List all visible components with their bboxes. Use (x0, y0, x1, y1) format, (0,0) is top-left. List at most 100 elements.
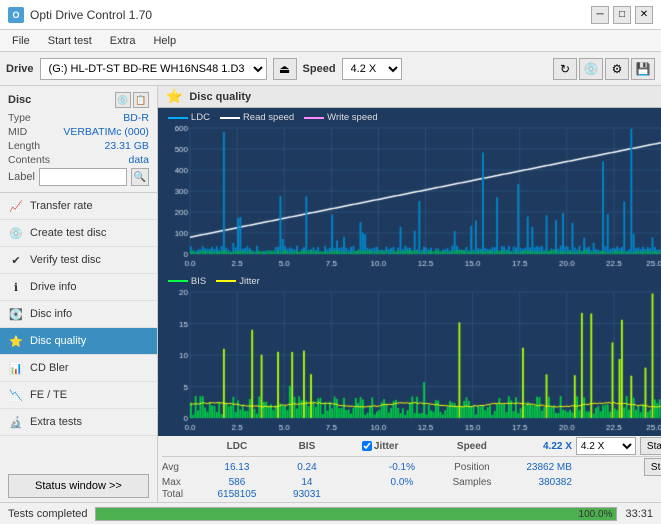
progress-bar: 100.0% (95, 507, 617, 521)
minimize-button[interactable]: ─ (591, 6, 609, 24)
extra-tests-icon: 🔬 (8, 414, 24, 430)
nav-verify-test-disc-label: Verify test disc (30, 254, 101, 266)
drive-bar: Drive (G:) HL-DT-ST BD-RE WH16NS48 1.D3 … (0, 52, 661, 86)
chart1-container: LDC Read speed Write speed (158, 108, 661, 272)
label-input[interactable] (39, 168, 127, 186)
drive-select[interactable]: (G:) HL-DT-ST BD-RE WH16NS48 1.D3 (40, 58, 267, 80)
disc-icon-1[interactable]: 💿 (115, 92, 131, 108)
nav-disc-info-label: Disc info (30, 308, 72, 320)
nav-disc-quality[interactable]: ⭐ Disc quality (0, 328, 157, 355)
menu-extra[interactable]: Extra (102, 33, 144, 49)
mid-label: MID (8, 126, 27, 138)
status-bar: Tests completed 100.0% 33:31 (0, 502, 661, 524)
chart2-legend: BIS Jitter (168, 276, 260, 287)
chart1-canvas (158, 108, 661, 272)
nav-transfer-rate[interactable]: 📈 Transfer rate (0, 193, 157, 220)
disc-quality-header-icon: ⭐ (166, 88, 183, 105)
disc-icon-2[interactable]: 📋 (133, 92, 149, 108)
speed-header: Speed (442, 441, 502, 452)
eject-button[interactable]: ⏏ (273, 58, 297, 80)
menu-bar: File Start test Extra Help (0, 30, 661, 52)
jitter-legend-label: Jitter (239, 276, 260, 287)
fe-te-icon: 📉 (8, 387, 24, 403)
app-title: Opti Drive Control 1.70 (30, 8, 152, 22)
nav-create-test-disc-label: Create test disc (30, 227, 106, 239)
nav-drive-info[interactable]: ℹ Drive info (0, 274, 157, 301)
refresh-button[interactable]: ↻ (553, 58, 577, 80)
save-button[interactable]: 💾 (631, 58, 655, 80)
status-text: Tests completed (8, 508, 87, 520)
type-value: BD-R (123, 112, 149, 124)
chart2-canvas (158, 272, 661, 436)
status-window-button[interactable]: Status window >> (8, 474, 149, 498)
transfer-rate-icon: 📈 (8, 198, 24, 214)
avg-label: Avg (162, 462, 202, 473)
write-speed-legend-label: Write speed (327, 112, 378, 123)
ldc-legend-label: LDC (191, 112, 210, 123)
nav-extra-tests[interactable]: 🔬 Extra tests (0, 409, 157, 436)
nav-disc-quality-label: Disc quality (30, 335, 86, 347)
menu-help[interactable]: Help (145, 33, 184, 49)
label-label: Label (8, 171, 35, 183)
label-button[interactable]: 🔍 (131, 168, 149, 186)
length-value: 23.31 GB (105, 140, 149, 152)
bis-header: BIS (272, 441, 342, 452)
disc-title: Disc (8, 94, 31, 106)
nav-transfer-rate-label: Transfer rate (30, 200, 93, 212)
settings-button[interactable]: ⚙ (605, 58, 629, 80)
stats-area: LDC BIS Jitter Speed 4.22 X 4.2 X Start … (158, 435, 661, 502)
menu-file[interactable]: File (4, 33, 38, 49)
max-bis: 14 (272, 477, 342, 488)
left-panel: Disc 💿 📋 Type BD-R MID VERBATIMc (000) L… (0, 86, 158, 502)
speed-select[interactable]: 4.2 X (342, 58, 402, 80)
main-area: Disc 💿 📋 Type BD-R MID VERBATIMc (000) L… (0, 86, 661, 502)
speed-label: Speed (303, 63, 336, 75)
nav-fe-te-label: FE / TE (30, 389, 67, 401)
disc-icon-btn[interactable]: 💿 (579, 58, 603, 80)
speed-value: 4.22 X (502, 441, 572, 452)
contents-value: data (128, 154, 148, 166)
total-bis: 93031 (272, 489, 342, 500)
progress-text: 100.0% (579, 508, 613, 522)
length-label: Length (8, 140, 40, 152)
type-label: Type (8, 112, 31, 124)
jitter-checkbox[interactable] (362, 441, 372, 451)
drive-label: Drive (6, 63, 34, 75)
maximize-button[interactable]: □ (613, 6, 631, 24)
contents-label: Contents (8, 154, 50, 166)
chart1-legend: LDC Read speed Write speed (168, 112, 378, 123)
menu-start-test[interactable]: Start test (40, 33, 100, 49)
nav-drive-info-label: Drive info (30, 281, 76, 293)
ldc-header: LDC (202, 441, 272, 452)
speed-selector[interactable]: 4.2 X (576, 437, 636, 455)
position-value: 23862 MB (502, 462, 572, 473)
jitter-header: Jitter (374, 441, 398, 452)
chart2-container: BIS Jitter (158, 272, 661, 436)
nav-cd-bler[interactable]: 📊 CD Bler (0, 355, 157, 382)
start-part-button[interactable]: Start part (644, 458, 661, 476)
position-label: Position (442, 462, 502, 473)
avg-bis: 0.24 (272, 462, 342, 473)
nav-create-test-disc[interactable]: 💿 Create test disc (0, 220, 157, 247)
charts-area: LDC Read speed Write speed (158, 108, 661, 502)
avg-ldc: 16.13 (202, 462, 272, 473)
start-full-button[interactable]: Start full (640, 437, 661, 455)
disc-section: Disc 💿 📋 Type BD-R MID VERBATIMc (000) L… (0, 86, 157, 193)
time-text: 33:31 (625, 508, 653, 520)
cd-bler-icon: 📊 (8, 360, 24, 376)
app-icon: O (8, 7, 24, 23)
title-bar: O Opti Drive Control 1.70 ─ □ ✕ (0, 0, 661, 30)
nav-verify-test-disc[interactable]: ✔ Verify test disc (0, 247, 157, 274)
close-button[interactable]: ✕ (635, 6, 653, 24)
nav-disc-info[interactable]: 💽 Disc info (0, 301, 157, 328)
verify-test-disc-icon: ✔ (8, 252, 24, 268)
drive-info-icon: ℹ (8, 279, 24, 295)
nav-fe-te[interactable]: 📉 FE / TE (0, 382, 157, 409)
total-label: Total (162, 489, 202, 500)
max-jitter: 0.0% (362, 477, 442, 488)
nav-cd-bler-label: CD Bler (30, 362, 69, 374)
samples-label: Samples (442, 477, 502, 488)
disc-quality-title: Disc quality (189, 91, 251, 103)
disc-info-icon: 💽 (8, 306, 24, 322)
create-test-disc-icon: 💿 (8, 225, 24, 241)
